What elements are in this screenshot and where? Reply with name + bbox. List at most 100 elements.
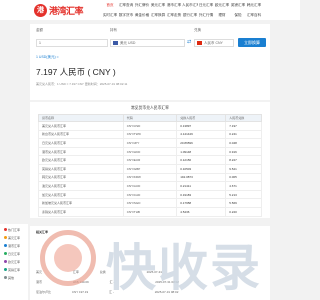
- to-currency-value: 人民币 CNY: [204, 40, 223, 45]
- table-cell: 0.241: [225, 129, 262, 140]
- sidebar-item[interactable]: 其他: [4, 276, 14, 280]
- us-flag-icon: [113, 41, 118, 45]
- table-cell: 美元兑人民币汇率: [38, 121, 124, 131]
- dot-icon: [4, 244, 7, 247]
- cn-flag-icon: [197, 41, 202, 45]
- table-row[interactable]: 英镑兑人民币汇率 CNY/GBP 0.10503 9.521: [38, 163, 262, 174]
- nav-item[interactable]: 理财: [214, 13, 230, 18]
- nav-item[interactable]: 汇率百科: [246, 13, 262, 18]
- nav-item[interactable]: 港币汇率: [166, 3, 182, 8]
- table-cell: 0.916: [225, 146, 262, 157]
- nav-item[interactable]: 日元汇率: [198, 3, 214, 8]
- result-rate-line: 1 USD(美元) =: [36, 55, 59, 59]
- table-row[interactable]: 新台币兑人民币汇率 CNY/TWD 4.141449 0.241: [38, 129, 262, 140]
- table-cell: 1.09148: [176, 146, 227, 157]
- col-header: 代码: [122, 114, 178, 122]
- nav-item[interactable]: 保险: [230, 13, 246, 18]
- table-cell: CNY/SGD: [122, 198, 178, 208]
- amount-input[interactable]: 1: [36, 39, 108, 47]
- table-cell: 欧元兑人民币汇率: [38, 155, 124, 165]
- table-cell: CNY/KRW: [122, 172, 178, 183]
- rates-table-title: 常见货币兑人民币汇率: [131, 106, 169, 110]
- related-cell: CNY 197.19: [71, 290, 89, 294]
- col-header: 兑换人民币: [176, 114, 227, 122]
- sidebar-item[interactable]: 美元汇率: [4, 236, 20, 240]
- table-cell: 192.0873: [176, 172, 227, 183]
- sidebar-item[interactable]: 英镑汇率: [4, 268, 20, 272]
- col-header: 货币名称: [38, 114, 124, 122]
- table-cell: 20.86596: [176, 138, 227, 148]
- table-cell: 英镑兑人民币汇率: [38, 163, 124, 174]
- to-currency-select[interactable]: 人民币 CNY: [194, 39, 234, 47]
- convert-button[interactable]: 立即换算: [238, 38, 266, 47]
- table-cell: 0.13897: [176, 121, 227, 131]
- nav-item[interactable]: 韩元汇率: [246, 3, 262, 8]
- nav-item[interactable]: 数字货币: [118, 13, 134, 18]
- table-row[interactable]: 澳元兑人民币汇率 CNY/AUD 0.21411 4.671: [38, 181, 262, 191]
- result-meta: 美元兑人民币：1 USD = 7.197 CNY 更新时间：2025-07-31…: [36, 82, 128, 86]
- swap-icon[interactable]: ⇄: [187, 39, 191, 45]
- table-cell: 0.21411: [176, 181, 227, 191]
- sidebar-item[interactable]: 港币汇率: [4, 244, 20, 248]
- dot-icon: [4, 252, 7, 255]
- dot-icon: [4, 260, 7, 263]
- nav-item[interactable]: 欧元汇率: [214, 3, 230, 8]
- dot-icon: [4, 236, 7, 239]
- watermark-text: 快收录: [106, 240, 262, 296]
- nav-item[interactable]: 外汇行情: [198, 13, 214, 18]
- logo-text: 港湾汇率: [49, 5, 84, 16]
- table-cell: 泰铢兑人民币汇率: [38, 206, 124, 217]
- nav-item[interactable]: 英镑汇率: [230, 3, 246, 8]
- sidebar-item-label: 热门汇率: [8, 228, 21, 232]
- table-cell: 新台币兑人民币汇率: [38, 129, 124, 140]
- nav-item[interactable]: 黄金价格: [134, 13, 150, 18]
- nav-item[interactable]: 美元汇率: [150, 3, 166, 8]
- nav-item[interactable]: 银行汇率: [182, 13, 198, 18]
- main-nav: 首页 汇率查询 外汇牌价 美元汇率 港币汇率 人民币汇率 日元汇率 欧元汇率 英…: [102, 0, 298, 20]
- nav-item[interactable]: 汇率走势: [166, 13, 182, 18]
- dot-icon: [4, 276, 7, 279]
- table-cell: 0.048: [225, 138, 262, 148]
- sidebar-item[interactable]: 日元汇率: [4, 252, 20, 256]
- table-cell: 4.5436: [176, 206, 227, 217]
- table-cell: 加元兑人民币汇率: [38, 189, 124, 200]
- nav-item[interactable]: 汇率查询: [118, 3, 134, 8]
- nav-item[interactable]: 外汇牌价: [134, 3, 150, 8]
- sidebar-item-label: 港币汇率: [8, 244, 21, 248]
- sidebar-item[interactable]: 欧元汇率: [4, 260, 20, 264]
- table-cell: CNY/GBP: [122, 163, 178, 174]
- table-cell: CNY/JPY: [122, 138, 178, 148]
- nav-item[interactable]: 实时汇率: [102, 13, 118, 18]
- table-row[interactable]: 港币兑人民币汇率 CNY/HKD 1.09148 0.916: [38, 146, 262, 157]
- table-cell: CNY/USD: [122, 121, 178, 131]
- table-cell: 7.197: [225, 121, 262, 131]
- sidebar-item-label: 美元汇率: [8, 236, 21, 240]
- table-cell: CNY/CAD: [122, 189, 178, 200]
- sidebar-item-label: 其他: [8, 276, 15, 280]
- table-row[interactable]: 泰铢兑人民币汇率 CNY/THB 4.5436 0.220: [38, 206, 262, 217]
- nav-item[interactable]: 首页: [102, 3, 118, 8]
- table-row[interactable]: 欧元兑人民币汇率 CNY/EUR 0.12156 8.227: [38, 155, 262, 165]
- table-cell: CNY/EUR: [122, 155, 178, 165]
- table-cell: 9.521: [225, 163, 262, 174]
- table-row[interactable]: 美元兑人民币汇率 CNY/USD 0.13897 7.197: [38, 121, 262, 131]
- sidebar-item[interactable]: 热门汇率: [4, 228, 20, 232]
- nav-item[interactable]: 人民币汇率: [182, 3, 198, 8]
- nav-item[interactable]: 汇率换算: [150, 13, 166, 18]
- table-row[interactable]: 韩元兑人民币汇率 CNY/KRW 192.0873 0.005: [38, 172, 262, 183]
- table-cell: 澳元兑人民币汇率: [38, 181, 124, 191]
- sidebar-item-label: 英镑汇率: [8, 268, 21, 272]
- table-row[interactable]: 新加坡元兑人民币汇率 CNY/SGD 0.17958 5.569: [38, 198, 262, 208]
- rates-table-panel: 常见货币兑人民币汇率 货币名称 代码 兑换人民币 人民币兑换 美元兑人民币汇率 C…: [30, 102, 270, 218]
- table-row[interactable]: 日元兑人民币汇率 CNY/JPY 20.86596 0.048: [38, 138, 262, 148]
- from-currency-select[interactable]: 美元 USD: [110, 39, 185, 47]
- col-header: 人民币兑换: [225, 114, 262, 122]
- from-currency-value: 美元 USD: [120, 40, 136, 45]
- table-cell: CNY/HKD: [122, 146, 178, 157]
- site-logo[interactable]: 港 港湾汇率: [34, 3, 84, 17]
- table-cell: CNY/TWD: [122, 129, 178, 140]
- nav-row-1: 首页 汇率查询 外汇牌价 美元汇率 港币汇率 人民币汇率 日元汇率 欧元汇率 英…: [102, 0, 298, 10]
- table-cell: 0.220: [225, 206, 262, 217]
- table-row[interactable]: 加元兑人民币汇率 CNY/CAD 0.19183 5.213: [38, 189, 262, 200]
- table-cell: 韩元兑人民币汇率: [38, 172, 124, 183]
